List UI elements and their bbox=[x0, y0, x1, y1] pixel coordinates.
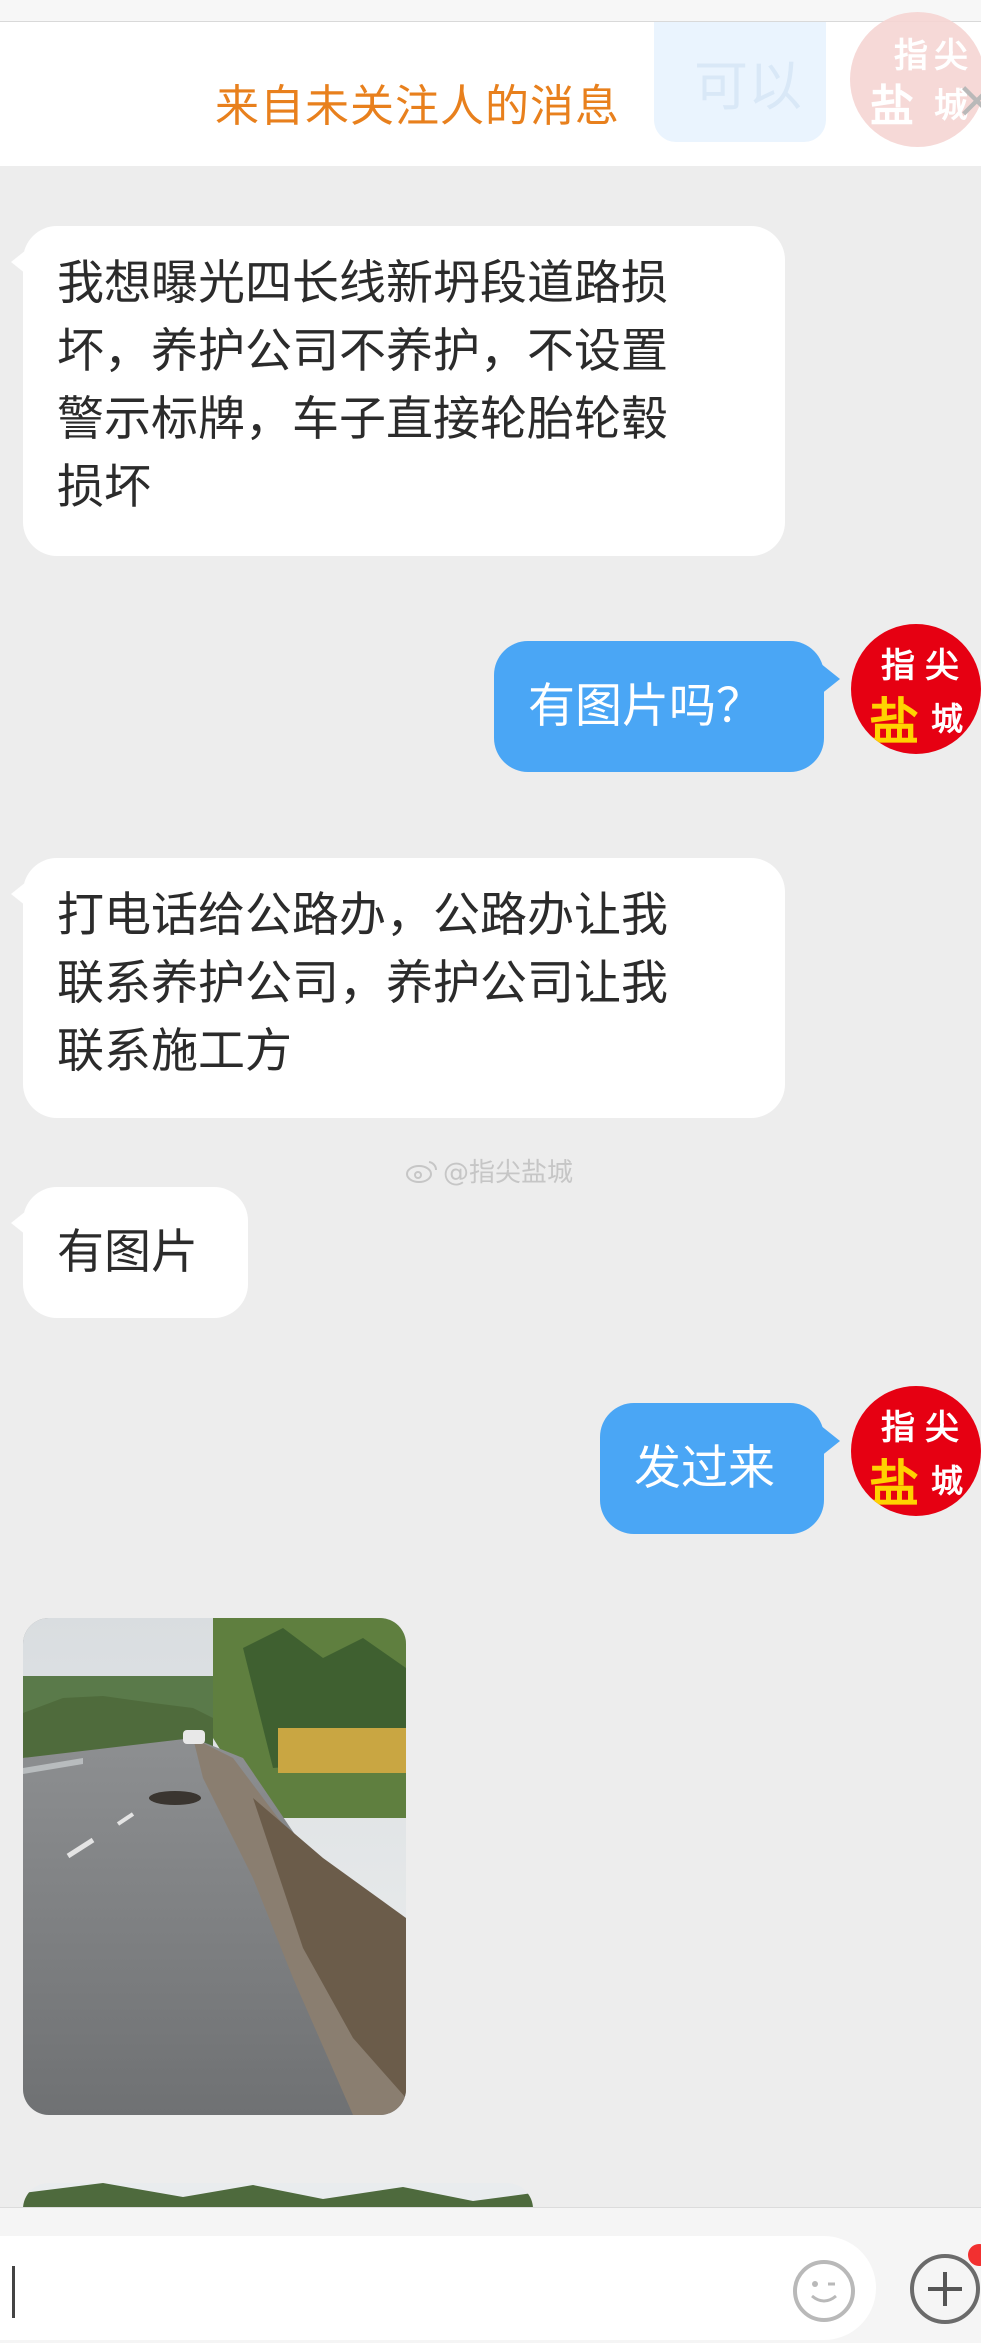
avatar-char: 盐 bbox=[869, 1454, 919, 1513]
avatar-char: 盐 bbox=[869, 692, 919, 751]
text-caret bbox=[12, 2266, 15, 2318]
message-line: 有图片吗？ bbox=[528, 679, 763, 734]
message-line: 有图片 bbox=[57, 1225, 198, 1280]
message-line: 警示标牌，车子直接轮胎轮毂 bbox=[57, 392, 668, 447]
message-line: 联系养护公司，养护公司让我 bbox=[57, 956, 668, 1011]
notice-avatar-char: 盐 bbox=[870, 81, 914, 132]
quick-reply-label: 可以 bbox=[694, 55, 802, 118]
close-icon[interactable]: × bbox=[955, 70, 981, 130]
avatar-char: 尖 bbox=[925, 1408, 959, 1448]
message-line: 打电话给公路办，公路办让我 bbox=[57, 888, 668, 943]
emoji-face bbox=[811, 2281, 837, 2303]
watermark: @指尖盐城 bbox=[405, 1152, 573, 1189]
message-line: 联系施工方 bbox=[57, 1024, 292, 1079]
outgoing-message[interactable]: 有图片吗？ bbox=[494, 641, 840, 772]
watermark-text: @指尖盐城 bbox=[443, 1158, 574, 1188]
message-line: 坏，养护公司不养护，不设置 bbox=[57, 324, 668, 379]
avatar-char: 指 bbox=[881, 1408, 915, 1448]
status-strip bbox=[0, 0, 981, 22]
message-input-bar bbox=[0, 2207, 981, 2343]
plus-bar-v bbox=[943, 2272, 947, 2306]
incoming-message[interactable]: 打电话给公路办，公路办让我 联系养护公司，养护公司让我 联系施工方 bbox=[11, 858, 785, 1118]
message-line: 我想曝光四长线新坍段道路损 bbox=[57, 256, 668, 311]
incoming-message[interactable]: 我想曝光四长线新坍段道路损 坏，养护公司不养护，不设置 警示标牌，车子直接轮胎轮… bbox=[11, 226, 785, 556]
incoming-message[interactable]: 有图片 bbox=[11, 1187, 248, 1318]
quick-reply-bubble[interactable]: 可以 bbox=[654, 22, 826, 142]
unfollowed-notice-bar[interactable]: 来自未关注人的消息 可以 指 尖 盐 城 × bbox=[0, 12, 981, 166]
avatar-char: 城 bbox=[931, 1462, 964, 1500]
message-line: 发过来 bbox=[634, 1441, 775, 1496]
message-input[interactable] bbox=[0, 2236, 876, 2340]
avatar-char: 指 bbox=[881, 646, 915, 686]
notification-dot bbox=[968, 2244, 981, 2266]
weibo-icon bbox=[406, 1160, 438, 1183]
avatar[interactable]: 指 尖 盐 城 bbox=[851, 624, 981, 754]
plus-icon[interactable] bbox=[910, 2254, 980, 2324]
photo-message[interactable] bbox=[23, 1618, 406, 2115]
avatar-char: 城 bbox=[931, 700, 964, 738]
road-photo bbox=[23, 1618, 406, 2115]
notice-text: 来自未关注人的消息 bbox=[215, 81, 620, 132]
outgoing-message[interactable]: 发过来 bbox=[600, 1403, 840, 1534]
chat-screen: 来自未关注人的消息 可以 指 尖 盐 城 × 我想曝光四长线新坍段道路损 坏，养… bbox=[0, 0, 981, 2343]
emoji-icon[interactable] bbox=[793, 2260, 855, 2322]
avatar[interactable]: 指 尖 盐 城 bbox=[851, 1386, 981, 1516]
avatar-char: 尖 bbox=[925, 646, 959, 686]
message-line: 损坏 bbox=[57, 460, 151, 515]
